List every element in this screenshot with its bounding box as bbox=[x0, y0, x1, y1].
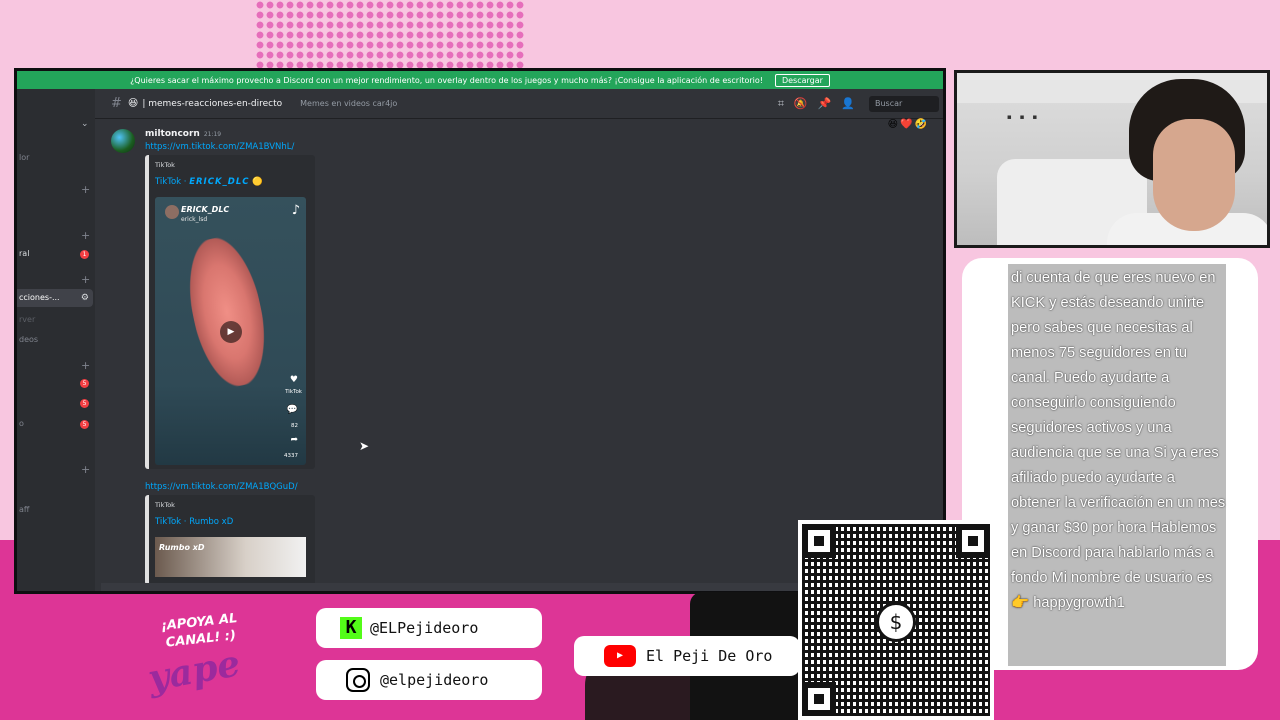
header-toolbar: ⌗ 🔕 📌 👤 bbox=[778, 97, 855, 111]
chat-message: di cuenta de que eres nuevo en KICK y es… bbox=[1008, 264, 1226, 666]
channel-settings-gear-icon[interactable]: ⚙ bbox=[81, 289, 89, 307]
creator-avatar bbox=[165, 205, 179, 219]
message-timestamp: 21:19 bbox=[203, 131, 222, 138]
instagram-handle: @elpejideoro bbox=[380, 671, 489, 689]
avatar[interactable] bbox=[111, 129, 135, 153]
channel-topic[interactable]: Memes en videos car4jo bbox=[300, 99, 397, 108]
qr-finder bbox=[802, 682, 836, 716]
mention-badge: 5 bbox=[80, 420, 89, 429]
hash-icon: # bbox=[111, 96, 122, 111]
chevron-down-icon[interactable]: ⌄ bbox=[81, 119, 89, 129]
streamer-face bbox=[1153, 119, 1235, 231]
sidebar-fragment[interactable]: rver bbox=[19, 315, 35, 324]
tiktok-link[interactable]: https://vm.tiktok.com/ZMA1BVNhL/ bbox=[145, 142, 294, 152]
webcam-feed: ▪▪▪ bbox=[954, 70, 1270, 248]
add-channel-icon[interactable]: + bbox=[81, 463, 90, 476]
add-channel-icon[interactable]: + bbox=[81, 229, 90, 242]
qr-finder bbox=[802, 524, 836, 558]
like-heart-icon: ♥ bbox=[289, 375, 298, 385]
sidebar-fragment[interactable]: o bbox=[19, 419, 24, 428]
sidebar-fragment[interactable]: lor bbox=[19, 153, 29, 162]
video-thumbnail[interactable]: ERICK_DLC erick_lsd ♪ ▶ ♥ TikTok 💬 82 ➦ … bbox=[155, 197, 306, 465]
pin-icon[interactable]: 📌 bbox=[818, 97, 832, 111]
wall-pictures: ▪▪▪ bbox=[1007, 113, 1046, 121]
embed-title[interactable]: TikTok · Rumbo xD bbox=[155, 517, 233, 527]
active-channel-label: cciones-... bbox=[19, 293, 60, 302]
message-author[interactable]: miltoncorn 21:19 bbox=[145, 129, 221, 139]
mention-badge: 5 bbox=[80, 379, 89, 388]
share-icon: ➦ bbox=[290, 435, 298, 445]
youtube-channel: El Peji De Oro bbox=[646, 647, 773, 665]
play-icon[interactable]: ▶ bbox=[220, 321, 242, 343]
tiktok-logo-icon: ♪ bbox=[291, 203, 300, 218]
kick-logo-icon: K bbox=[340, 617, 362, 639]
sidebar-fragment[interactable]: aff bbox=[19, 505, 29, 514]
video-handle: erick_lsd bbox=[181, 216, 208, 223]
kick-handle: @ELPejideoro bbox=[370, 619, 479, 637]
add-channel-icon[interactable]: + bbox=[81, 273, 90, 286]
qr-code-card: $ bbox=[798, 520, 994, 720]
threads-icon[interactable]: ⌗ bbox=[778, 97, 784, 111]
youtube-pill: ▶ El Peji De Oro bbox=[574, 636, 800, 676]
instagram-pill: @elpejideoro bbox=[316, 660, 542, 700]
comment-icon: 💬 bbox=[286, 405, 298, 415]
embed-provider: TikTok bbox=[155, 501, 175, 509]
sidebar-fragment[interactable]: deos bbox=[19, 335, 38, 344]
channel-emoji: 😆 bbox=[127, 98, 139, 109]
dollar-icon: $ bbox=[876, 602, 916, 642]
decorative-dot-pattern bbox=[255, 0, 525, 72]
tiktok-embed: TikTok TikTok · Rumbo xD Rumbo xD bbox=[145, 495, 315, 585]
discord-window: ¿Quieres sacar el máximo provecho a Disc… bbox=[14, 68, 946, 594]
search-input[interactable]: Buscar bbox=[869, 95, 939, 112]
video-username: Rumbo xD bbox=[159, 543, 205, 552]
mouse-cursor-icon: ➤ bbox=[359, 439, 370, 453]
tiktok-embed: TikTok TikTok · ERICK_DLC 🟡 ERICK_DLC er… bbox=[145, 155, 315, 469]
qr-finder bbox=[956, 524, 990, 558]
comment-count: 82 bbox=[291, 423, 298, 429]
embed-provider: TikTok bbox=[155, 161, 175, 169]
channel-sidebar: ⌄ lor + + ral 1 + cciones-... ⚙ rver deo… bbox=[17, 89, 95, 591]
sidebar-item-active-channel[interactable]: cciones-... ⚙ bbox=[17, 289, 93, 307]
members-icon[interactable]: 👤 bbox=[841, 97, 855, 111]
download-button[interactable]: Descargar bbox=[774, 73, 830, 87]
mention-badge: 1 bbox=[80, 250, 89, 259]
kick-pill: K @ELPejideoro bbox=[316, 608, 542, 648]
youtube-logo-icon: ▶ bbox=[604, 645, 636, 667]
embed-title[interactable]: TikTok · ERICK_DLC 🟡 bbox=[155, 177, 263, 187]
share-count: 4337 bbox=[284, 453, 298, 459]
mention-badge: 5 bbox=[80, 399, 89, 408]
tiktok-link[interactable]: https://vm.tiktok.com/ZMA1BQGuD/ bbox=[145, 482, 298, 492]
channel-header: # 😆 | memes-reacciones-en-directo Memes … bbox=[95, 89, 943, 119]
qr-code: $ bbox=[802, 524, 990, 716]
banner-text: ¿Quieres sacar el máximo provecho a Disc… bbox=[130, 75, 763, 85]
desktop-app-banner: ¿Quieres sacar el máximo provecho a Disc… bbox=[17, 71, 943, 89]
mute-bell-icon[interactable]: 🔕 bbox=[794, 97, 808, 111]
reaction-bar[interactable]: 😆❤️🤣 bbox=[888, 119, 929, 130]
instagram-logo-icon bbox=[346, 668, 370, 692]
add-channel-icon[interactable]: + bbox=[81, 183, 90, 196]
tiktok-watermark: TikTok bbox=[285, 389, 302, 395]
add-channel-icon[interactable]: + bbox=[81, 359, 90, 372]
channel-name: | memes-reacciones-en-directo bbox=[142, 98, 283, 109]
video-content bbox=[178, 231, 276, 393]
sidebar-fragment[interactable]: ral bbox=[19, 249, 29, 258]
video-thumbnail[interactable]: Rumbo xD bbox=[155, 537, 306, 577]
video-username: ERICK_DLC bbox=[181, 205, 230, 214]
